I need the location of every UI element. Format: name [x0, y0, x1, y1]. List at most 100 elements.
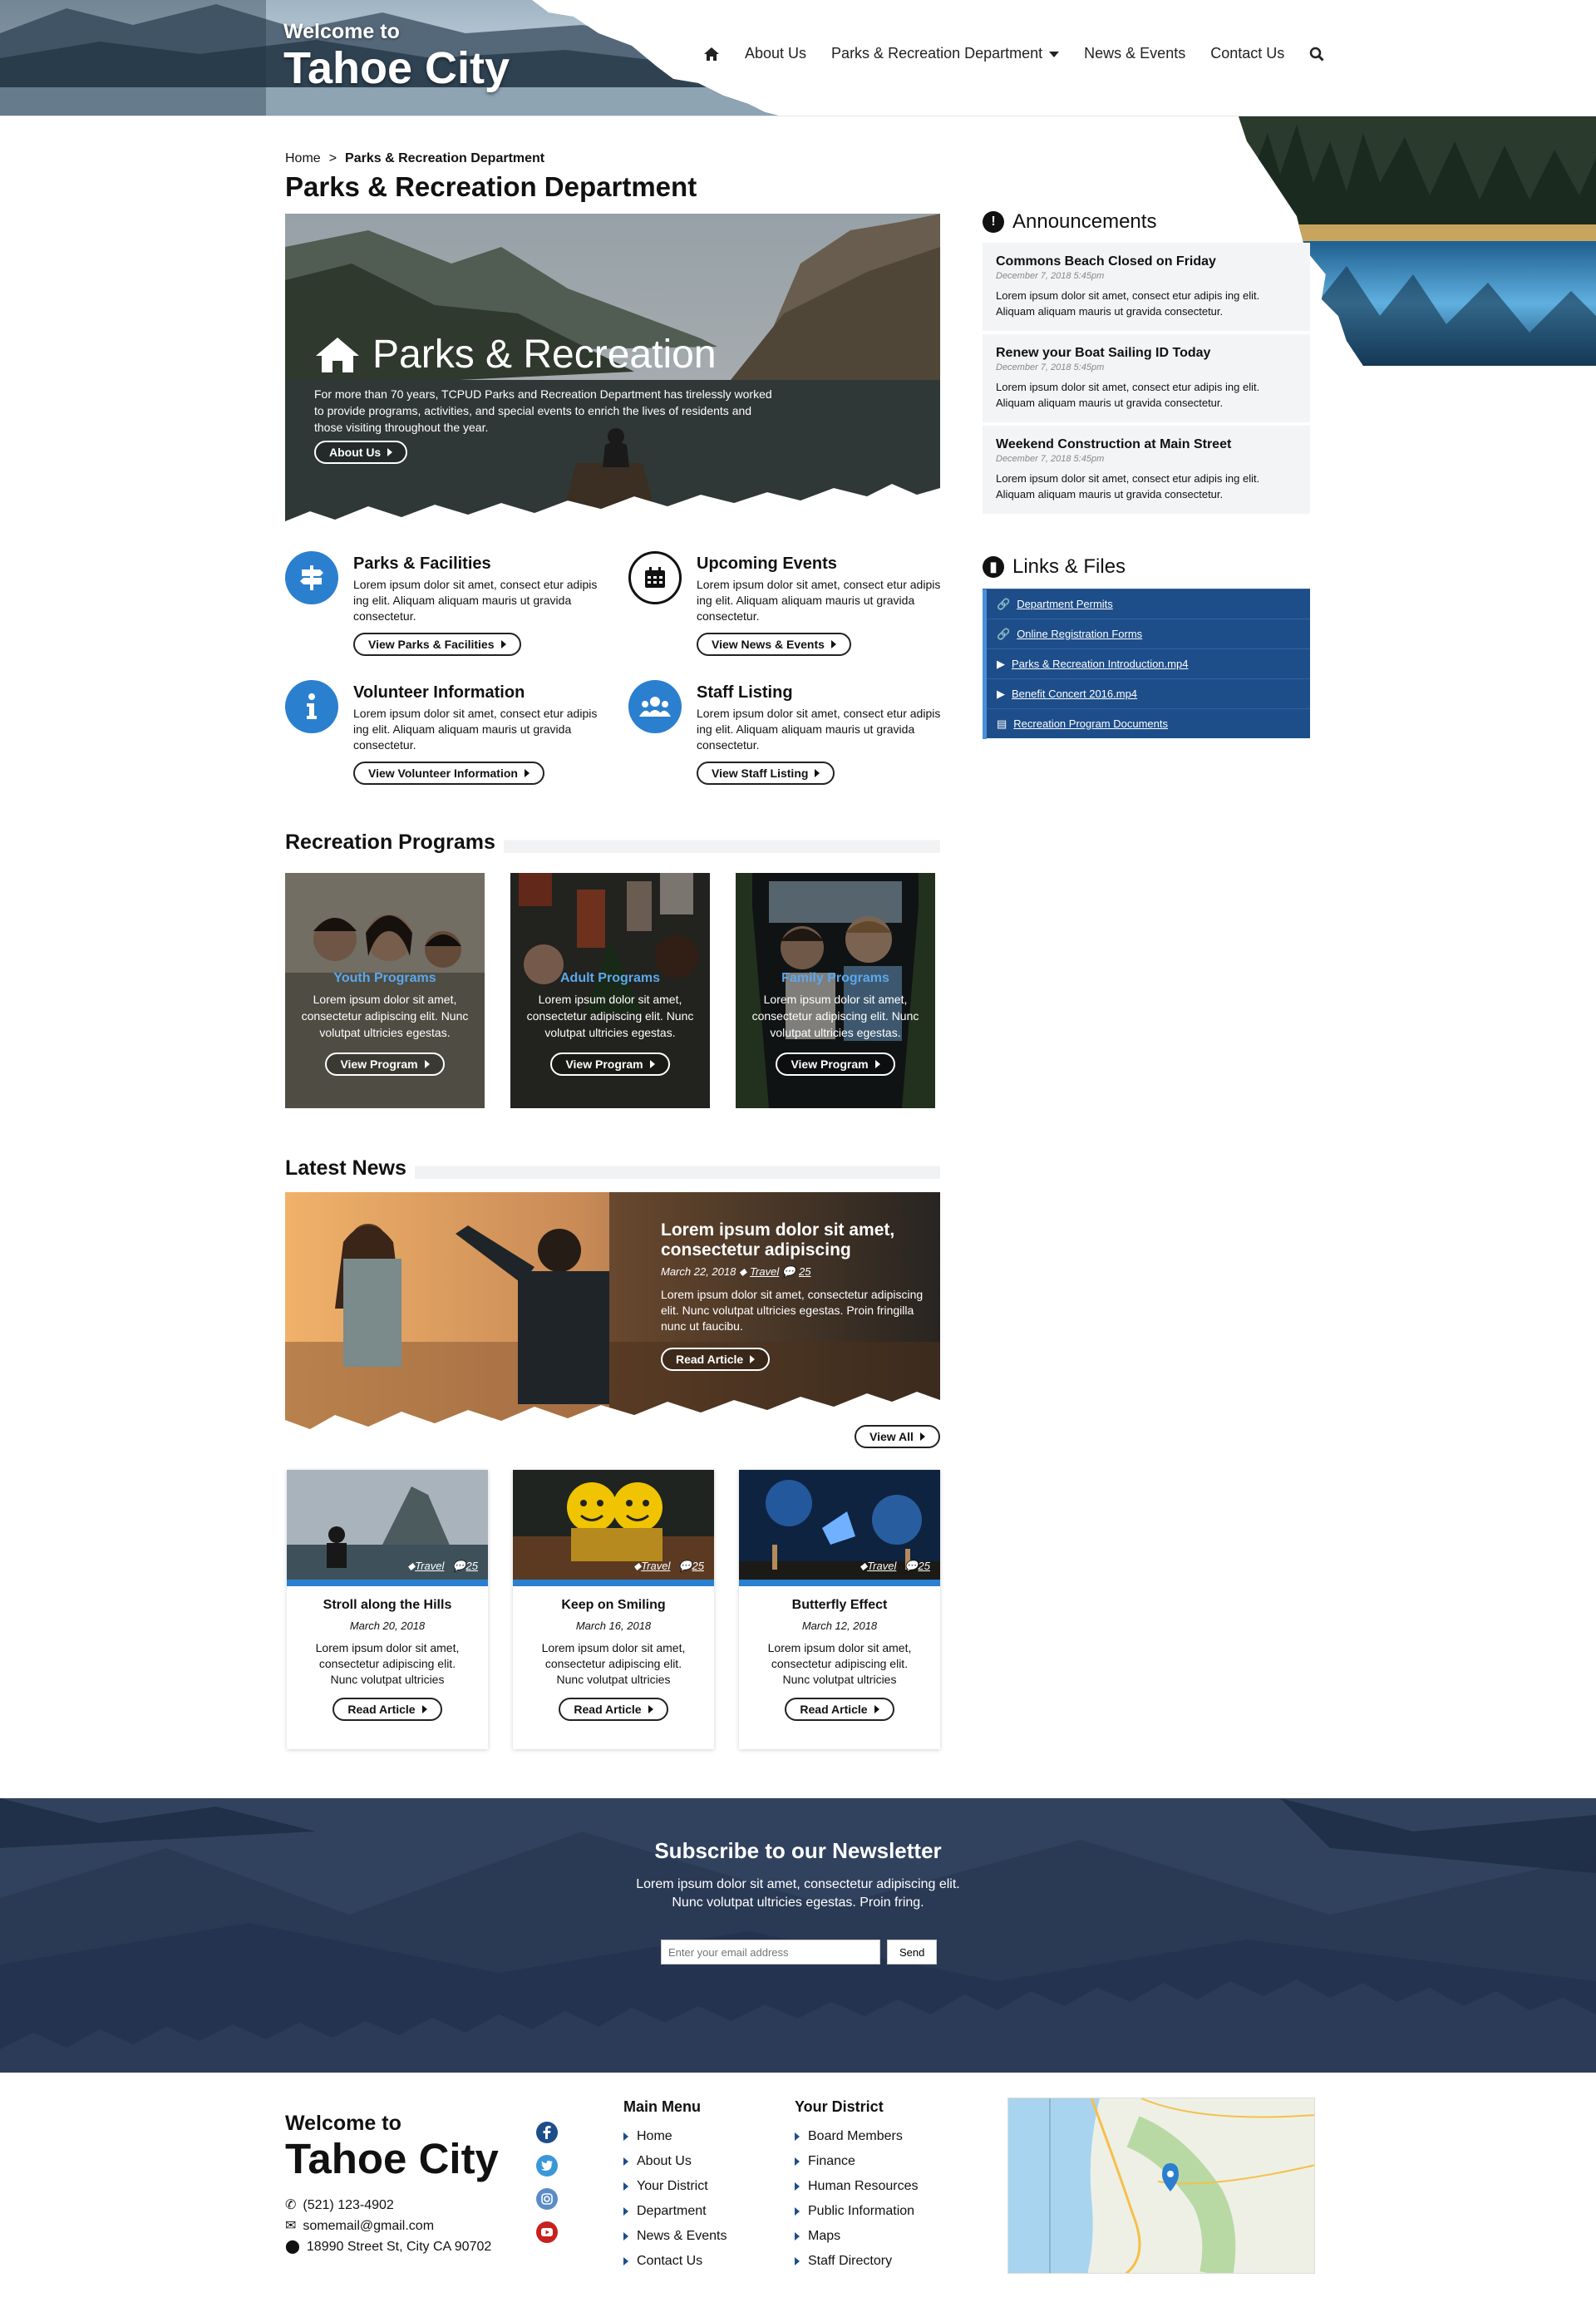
news-card-image: ⬥Travel 💬25 — [513, 1470, 714, 1586]
footer-link-maps[interactable]: Maps — [795, 2224, 919, 2249]
chevron-right-icon — [874, 1060, 880, 1068]
footer-link-about[interactable]: About Us — [623, 2149, 727, 2174]
link-accent-bar — [983, 589, 987, 619]
link-item[interactable]: 🔗 Department Permits — [983, 589, 1310, 619]
view-parks-button[interactable]: View Parks & Facilities — [353, 633, 521, 656]
about-us-button[interactable]: About Us — [314, 441, 408, 464]
footer-link-label: Contact Us — [637, 2254, 703, 2268]
news-card-text: Lorem ipsum dolor sit amet, consectetur … — [767, 1641, 912, 1686]
nav-about[interactable]: About Us — [745, 45, 806, 62]
link-item[interactable]: ▶ Benefit Concert 2016.mp4 — [983, 678, 1310, 709]
search-icon[interactable] — [1309, 47, 1324, 62]
link-item[interactable]: ▤ Recreation Program Documents — [983, 708, 1310, 739]
news-card-tag[interactable]: Travel — [641, 1560, 670, 1572]
newsletter-section: Subscribe to our Newsletter Lorem ipsum … — [0, 1798, 1596, 2073]
tag-icon: ⬥Travel — [407, 1560, 445, 1572]
feature-text: Lorem ipsum dolor sit amet, consect etur… — [697, 707, 941, 752]
read-article-button[interactable]: Read Article — [559, 1698, 668, 1721]
view-all-button[interactable]: View All — [855, 1425, 940, 1448]
chevron-right-icon — [421, 1705, 427, 1713]
footer-link-hr[interactable]: Human Resources — [795, 2174, 919, 2199]
hero-title: Parks & Recreation — [372, 333, 717, 377]
chevron-right-icon — [500, 640, 506, 648]
email-link[interactable]: somemail@gmail.com — [303, 2216, 434, 2236]
email-input[interactable] — [661, 1940, 880, 1965]
chevron-right-icon — [648, 1705, 653, 1713]
link-item[interactable]: ▶ Parks & Recreation Introduction.mp4 — [983, 648, 1310, 679]
news-card-text: Lorem ipsum dolor sit amet, consectetur … — [315, 1641, 460, 1686]
article-tag[interactable]: Travel — [750, 1265, 779, 1278]
news-card-title: Butterfly Effect — [791, 1598, 888, 1612]
feature-title: Parks & Facilities — [353, 555, 491, 573]
youtube-icon[interactable] — [536, 2221, 558, 2243]
newsletter-title: Subscribe to our Newsletter — [654, 1838, 942, 1863]
news-card[interactable]: ⬥Travel 💬25 Butterfly Effect March 12, 20… — [739, 1470, 940, 1749]
view-program-button[interactable]: View Program — [325, 1053, 445, 1076]
footer-link-board[interactable]: Board Members — [795, 2124, 919, 2149]
feature-title: Upcoming Events — [697, 555, 837, 573]
view-volunteer-button[interactable]: View Volunteer Information — [353, 762, 544, 785]
view-program-button[interactable]: View Program — [776, 1053, 895, 1076]
featured-article[interactable]: Lorem ipsum dolor sit amet, consectetur … — [285, 1192, 940, 1442]
program-card-youth[interactable]: Youth Programs Lorem ipsum dolor sit ame… — [285, 873, 485, 1108]
news-card-tag[interactable]: Travel — [867, 1560, 896, 1572]
program-card-adult[interactable]: Adult Programs Lorem ipsum dolor sit ame… — [510, 873, 710, 1108]
footer-link-contact[interactable]: Contact Us — [623, 2249, 727, 2274]
send-button[interactable]: Send — [887, 1940, 938, 1965]
read-article-label: Read Article — [676, 1353, 744, 1366]
read-article-button[interactable]: Read Article — [332, 1698, 442, 1721]
feature-title: Volunteer Information — [353, 683, 525, 702]
twitter-icon[interactable] — [536, 2155, 558, 2177]
chevron-right-icon — [795, 2157, 800, 2166]
read-article-button[interactable]: Read Article — [785, 1698, 894, 1721]
footer-main-menu-heading: Main Menu — [623, 2098, 701, 2115]
view-news-events-button[interactable]: View News & Events — [697, 633, 851, 656]
nav-news[interactable]: News & Events — [1084, 45, 1185, 62]
program-card-family[interactable]: Family Programs Lorem ipsum dolor sit am… — [736, 873, 935, 1108]
site-header: Welcome to Tahoe City About Us Parks & R… — [0, 0, 1596, 116]
announcement-item[interactable]: Commons Beach Closed on Friday December … — [983, 243, 1310, 334]
footer-link-home[interactable]: Home — [623, 2124, 727, 2149]
footer-link-finance[interactable]: Finance — [795, 2149, 919, 2174]
link-item[interactable]: 🔗 Online Registration Forms — [983, 619, 1310, 649]
announcement-item[interactable]: Weekend Construction at Main Street Dece… — [983, 426, 1310, 514]
view-program-button[interactable]: View Program — [550, 1053, 670, 1076]
news-card-text: Lorem ipsum dolor sit amet, consectetur … — [541, 1641, 686, 1686]
district-map[interactable] — [1007, 2098, 1315, 2274]
news-card-tag[interactable]: Travel — [415, 1560, 444, 1572]
announcement-title: Weekend Construction at Main Street — [996, 437, 1232, 451]
news-card-comments[interactable]: 25 — [692, 1560, 704, 1572]
play-icon: ▶ — [997, 657, 1005, 670]
home-icon[interactable] — [703, 47, 720, 62]
phone-link[interactable]: (521) 123-4902 — [303, 2195, 393, 2216]
link-label: Online Registration Forms — [1017, 628, 1143, 640]
instagram-icon[interactable] — [536, 2188, 558, 2210]
footer-link-district[interactable]: Your District — [623, 2174, 727, 2199]
link-label: Benefit Concert 2016.mp4 — [1012, 688, 1138, 700]
footer-link-department[interactable]: Department — [623, 2199, 727, 2224]
news-card[interactable]: ⬥Travel 💬25 Keep on Smiling March 16, 201… — [513, 1470, 714, 1749]
news-heading: Latest News — [285, 1156, 940, 1180]
news-card-date: March 20, 2018 — [349, 1619, 426, 1632]
footer-link-staff[interactable]: Staff Directory — [795, 2249, 919, 2274]
breadcrumb-home[interactable]: Home — [285, 151, 321, 165]
announcement-date: December 7, 2018 5:45pm — [996, 271, 1105, 281]
footer-link-public-info[interactable]: Public Information — [795, 2199, 919, 2224]
news-card-comments[interactable]: 25 — [466, 1560, 478, 1572]
nav-parks[interactable]: Parks & Recreation Department — [831, 45, 1060, 62]
announcement-item[interactable]: Renew your Boat Sailing ID Today Decembe… — [983, 334, 1310, 426]
nav-contact[interactable]: Contact Us — [1210, 45, 1284, 62]
news-card-comments[interactable]: 25 — [919, 1560, 930, 1572]
nav-parks-label: Parks & Recreation Department — [831, 45, 1043, 62]
featured-article-content: Lorem ipsum dolor sit amet, consectetur … — [661, 1220, 927, 1371]
footer-link-news[interactable]: News & Events — [623, 2224, 727, 2249]
site-brand[interactable]: Welcome to Tahoe City — [283, 20, 510, 92]
link-icon: 🔗 — [997, 627, 1011, 640]
news-card[interactable]: ⬥Travel 💬25 Stroll along the Hills March … — [287, 1470, 488, 1749]
address-row: ⬤ 18990 Street St, City CA 90702 — [285, 2236, 491, 2257]
article-comments[interactable]: 25 — [799, 1265, 810, 1278]
view-staff-button[interactable]: View Staff Listing — [697, 762, 835, 785]
link-accent-bar — [983, 678, 987, 709]
facebook-icon[interactable] — [536, 2122, 558, 2143]
read-article-button[interactable]: Read Article — [661, 1348, 771, 1371]
